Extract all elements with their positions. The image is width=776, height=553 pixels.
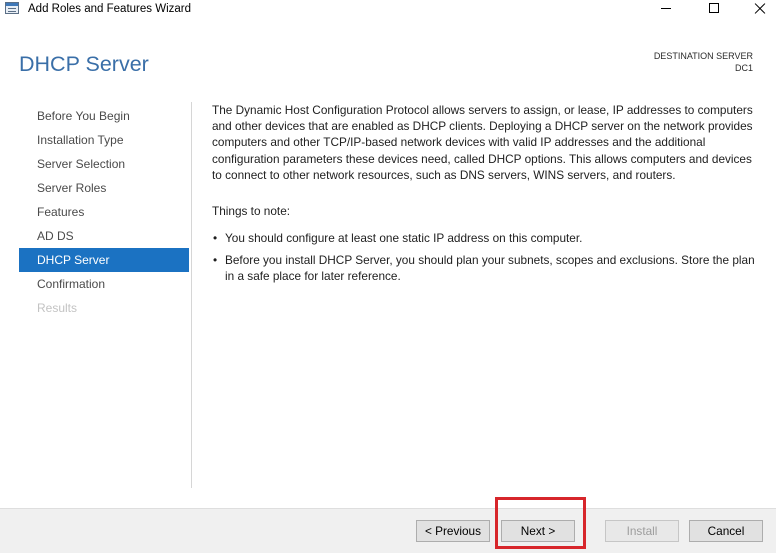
notes-heading: Things to note: — [212, 204, 291, 218]
destination-server-label: DESTINATION SERVER — [653, 51, 753, 61]
install-button[interactable]: Install — [605, 520, 679, 542]
close-icon — [755, 3, 765, 13]
minimize-button[interactable] — [646, 0, 686, 18]
title-bar: Add Roles and Features Wizard — [0, 0, 776, 20]
previous-button[interactable]: < Previous — [416, 520, 490, 542]
nav-item-results[interactable]: Results — [19, 296, 189, 320]
window-title: Add Roles and Features Wizard — [28, 3, 191, 15]
nav-item-before-you-begin[interactable]: Before You Begin — [19, 104, 189, 128]
main-content: The Dynamic Host Configuration Protocol … — [212, 102, 768, 402]
list-item-text: You should configure at least one static… — [225, 231, 583, 245]
server-manager-icon-bar — [6, 3, 18, 6]
destination-server-name: DC1 — [734, 63, 753, 73]
nav-item-ad-ds[interactable]: AD DS — [19, 224, 189, 248]
nav-divider — [191, 102, 192, 488]
description-line: computers and other TCP/IP-based network… — [212, 135, 706, 150]
server-manager-icon — [5, 2, 19, 14]
server-manager-icon-line — [8, 11, 16, 12]
nav-item-dhcp-server[interactable]: DHCP Server — [19, 248, 189, 272]
maximize-button[interactable] — [694, 0, 734, 18]
description-line: and other devices that are enabled as DH… — [212, 119, 753, 134]
server-manager-icon-line — [8, 8, 16, 9]
cancel-button[interactable]: Cancel — [689, 520, 763, 542]
nav-item-confirmation[interactable]: Confirmation — [19, 272, 189, 296]
list-item-text: Before you install DHCP Server, you shou… — [225, 253, 755, 267]
minimize-icon — [661, 8, 671, 9]
wizard-footer: < Previous Next > Install Cancel — [0, 508, 776, 553]
description-line: configuration parameters these devices n… — [212, 151, 752, 166]
maximize-icon — [709, 3, 719, 13]
role-description: The Dynamic Host Configuration Protocol … — [212, 102, 768, 183]
description-line: The Dynamic Host Configuration Protocol … — [212, 103, 753, 117]
nav-item-server-selection[interactable]: Server Selection — [19, 152, 189, 176]
notes-list: You should configure at least one static… — [212, 230, 768, 290]
list-item-text: in a safe place for later reference. — [225, 269, 401, 283]
nav-item-server-roles[interactable]: Server Roles — [19, 176, 189, 200]
description-line: to connect to other network resources, s… — [212, 167, 676, 182]
wizard-steps-nav: Before You Begin Installation Type Serve… — [19, 104, 189, 320]
close-button[interactable] — [740, 0, 776, 18]
destination-server: DESTINATION SERVER DC1 — [654, 50, 753, 74]
page-title: DHCP Server — [19, 52, 149, 76]
list-item: Before you install DHCP Server, you shou… — [212, 252, 768, 284]
list-item: You should configure at least one static… — [212, 230, 768, 246]
nav-item-installation-type[interactable]: Installation Type — [19, 128, 189, 152]
next-button[interactable]: Next > — [501, 520, 575, 542]
nav-item-features[interactable]: Features — [19, 200, 189, 224]
